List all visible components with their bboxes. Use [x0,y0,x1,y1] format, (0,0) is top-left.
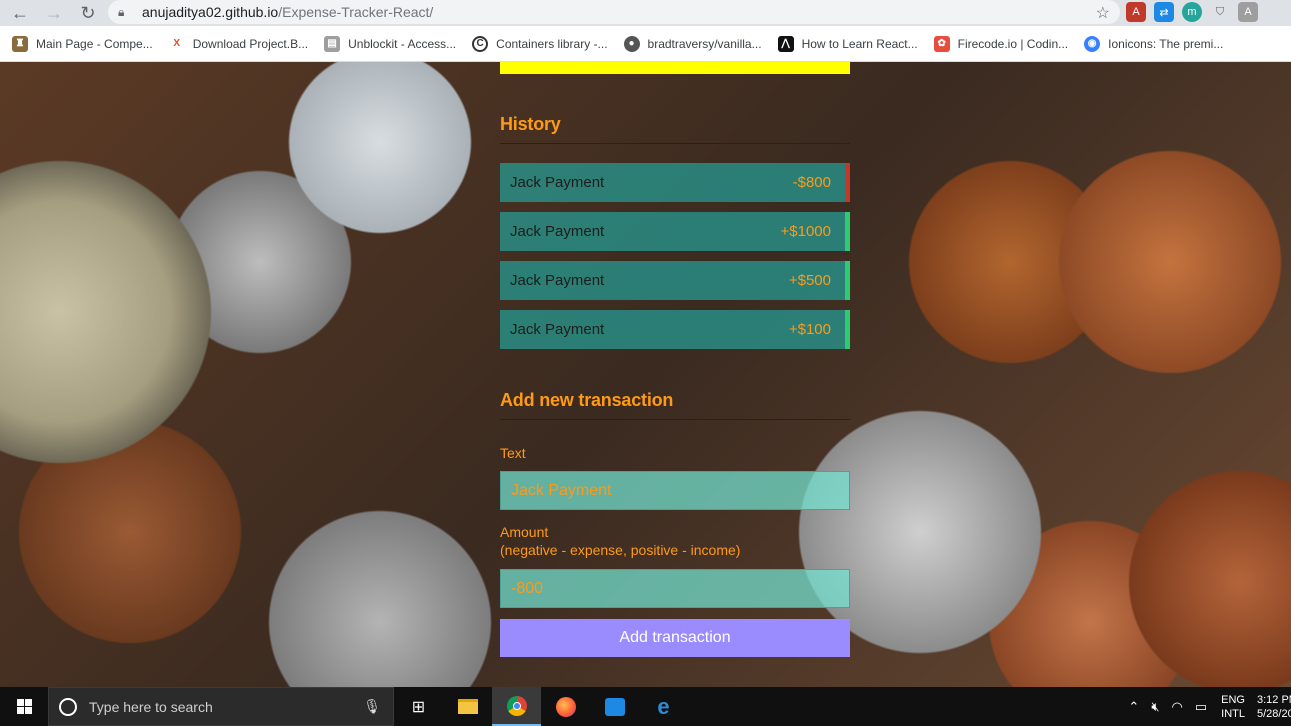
bookmark-label: Main Page - Compe... [36,36,153,51]
bookmark-favicon-icon: ♜ [12,35,28,52]
bookmark-label: Ionicons: The premi... [1108,36,1224,51]
windows-logo-icon [16,699,32,714]
bookmark-favicon-icon: C [472,35,489,52]
amount-label-text: Amount [500,524,549,540]
bookmark-star-icon[interactable]: ☆ [1096,3,1110,23]
bookmark-item[interactable]: ✿ Firecode.io | Codin... [933,35,1069,52]
bookmark-item[interactable]: X Download Project.B... [168,35,309,52]
history-title: History [500,114,850,144]
battery-icon[interactable]: ▭ [1195,699,1207,715]
bookmark-label: How to Learn React... [801,36,918,51]
chrome-icon[interactable] [492,687,541,726]
bookmark-item[interactable]: ● bradtraversy/vanilla... [623,35,762,52]
firefox-icon[interactable] [541,687,590,726]
clock-date: 5/28/2021 [1257,707,1291,720]
shield-extension-icon[interactable]: ⛉ [1210,2,1230,22]
history-item-amount: +$100 [788,321,831,338]
bookmark-label: Containers library -... [496,36,608,51]
text-label: Text [500,445,526,461]
microphone-icon[interactable]: 🎙︎ [363,698,381,715]
edge-icon[interactable]: e [639,687,688,726]
browser-toolbar: ← → ↻ 🔒︎ anujaditya02.github.io/Expense-… [0,0,1291,26]
history-item-amount: +$1000 [780,223,831,240]
reload-icon[interactable]: ↻ [74,2,102,24]
history-item[interactable]: Jack Payment +$500 [500,261,850,300]
forward-icon[interactable]: → [40,2,68,24]
chevron-up-icon[interactable]: ⌃ [1128,699,1139,715]
bookmark-favicon-icon: X [168,35,185,52]
language-indicator[interactable]: ENG INTL [1221,693,1245,721]
clock-time: 3:12 PM [1257,693,1291,706]
bookmark-label: Download Project.B... [192,36,309,51]
clock[interactable]: 3:12 PM 5/28/2021 [1257,693,1291,721]
sync-app-icon[interactable] [590,687,639,726]
add-transaction-button[interactable]: Add transaction [500,619,850,657]
amount-hint: (negative - expense, positive - income) [500,542,741,558]
history-item-text: Jack Payment [510,272,605,289]
cortana-icon [59,697,77,716]
bookmark-favicon-icon: ◉ [1084,35,1101,52]
wifi-icon[interactable]: ◠ [1172,699,1183,715]
page-viewport: History Jack Payment -$800 Jack Payment … [0,62,1291,687]
history-item[interactable]: Jack Payment +$100 [500,310,850,349]
system-tray: ⌃ 🔇︎ ◠ ▭ ENG INTL 3:12 PM 5/28/2021 [1116,687,1291,726]
url-host: anujaditya02.github.io [142,4,279,20]
task-view-icon[interactable]: ⊞ [394,687,443,726]
start-button[interactable] [0,687,48,726]
history-item-text: Jack Payment [510,174,605,191]
text-input[interactable]: Jack Payment [500,471,850,510]
bookmark-favicon-icon: ✿ [933,35,950,52]
balance-bar [500,62,850,74]
add-transaction-title: Add new transaction [500,390,850,420]
windows-taskbar: Type here to search 🎙︎ ⊞ e ⌃ 🔇︎ ◠ ▭ ENG … [0,687,1291,726]
taskbar-search[interactable]: Type here to search 🎙︎ [48,687,394,726]
bookmark-favicon-icon: ● [623,35,640,52]
amount-input[interactable]: -800 [500,569,850,608]
profile-extension-icon[interactable]: A [1238,2,1258,22]
extensions-area: A ⇄ m ⛉ A [1126,2,1258,22]
history-item-text: Jack Payment [510,321,605,338]
bookmark-favicon-icon: ⋀ [777,35,794,52]
language-bottom: INTL [1221,707,1245,720]
file-explorer-icon[interactable] [443,687,492,726]
language-top: ENG [1221,693,1245,706]
address-bar[interactable]: 🔒︎ anujaditya02.github.io/Expense-Tracke… [108,0,1120,24]
m-extension-icon[interactable]: m [1182,2,1202,22]
history-item[interactable]: Jack Payment -$800 [500,163,850,202]
search-placeholder: Type here to search [89,698,213,715]
bookmarks-bar: ♜ Main Page - Compe... X Download Project.… [0,26,1291,62]
pdf-extension-icon[interactable]: A [1126,2,1146,22]
bookmark-item[interactable]: ▤ Unblockit - Access... [324,35,457,52]
bookmark-label: bradtraversy/vanilla... [647,36,762,51]
lock-icon: 🔒︎ [118,5,125,19]
url-path: /Expense-Tracker-React/ [278,4,434,20]
bookmark-item[interactable]: ⋀ How to Learn React... [777,35,918,52]
bookmark-label: Unblockit - Access... [348,36,457,51]
history-item-amount: -$800 [792,174,831,191]
history-item[interactable]: Jack Payment +$1000 [500,212,850,251]
back-icon[interactable]: ← [6,2,34,24]
history-item-text: Jack Payment [510,223,605,240]
history-item-amount: +$500 [788,272,831,289]
bookmark-item[interactable]: ◉ Ionicons: The premi... [1084,35,1224,52]
bookmark-item[interactable]: C Containers library -... [472,35,608,52]
bookmark-item[interactable]: ♜ Main Page - Compe... [12,35,153,52]
bookmark-favicon-icon: ▤ [324,35,341,52]
bookmark-label: Firecode.io | Codin... [957,36,1069,51]
sync-extension-icon[interactable]: ⇄ [1154,2,1174,22]
amount-label: Amount (negative - expense, positive - i… [500,523,740,559]
volume-muted-icon[interactable]: 🔇︎ [1151,699,1159,715]
